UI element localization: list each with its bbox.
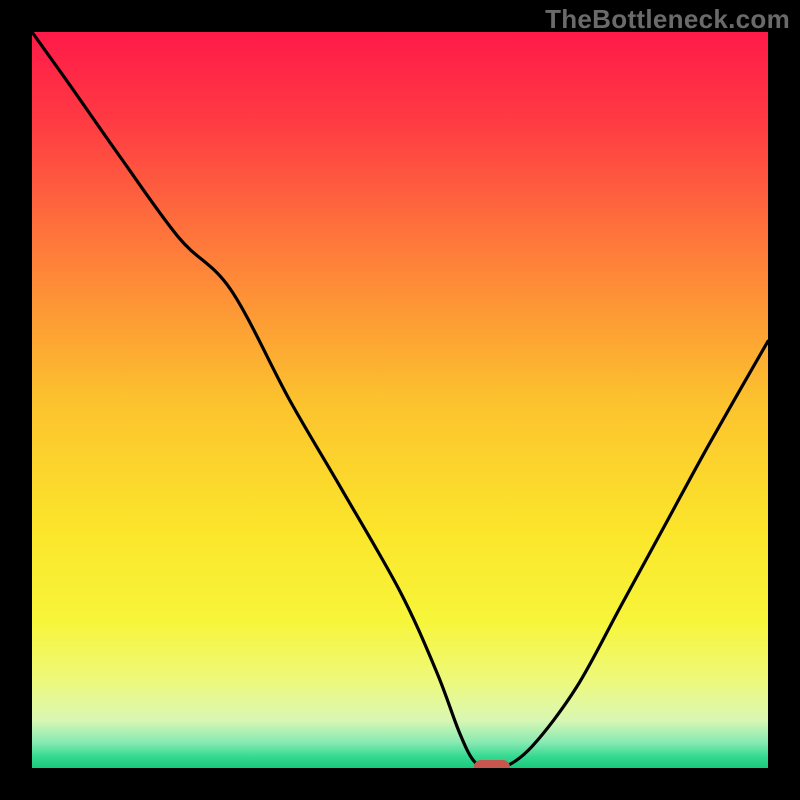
bottleneck-curve-svg — [32, 32, 768, 768]
watermark-text: TheBottleneck.com — [545, 4, 790, 35]
bottleneck-curve-path — [32, 32, 768, 768]
plot-area — [32, 32, 768, 768]
optimum-marker — [474, 760, 511, 768]
chart-frame: TheBottleneck.com — [0, 0, 800, 800]
